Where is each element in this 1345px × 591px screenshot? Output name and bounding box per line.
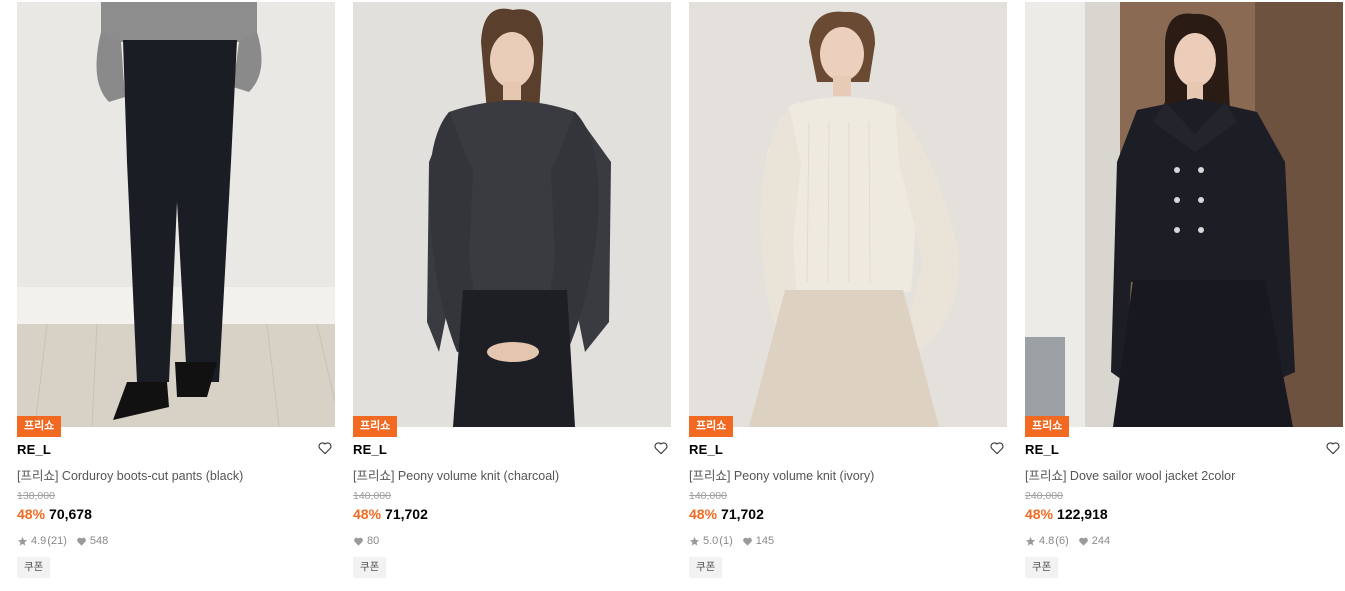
review-count: (21) — [47, 535, 67, 547]
preshow-badge: 프리쇼 — [353, 416, 398, 437]
product-card[interactable]: 프리쇼 RE_L [프리쇼] Peony volume knit (charco… — [353, 0, 671, 591]
price-row: 48% 71,702 — [353, 506, 428, 522]
brand-name[interactable]: RE_L — [1025, 442, 1059, 457]
original-price: 240,000 — [1025, 490, 1063, 502]
rating-value: 4.8 — [1039, 535, 1055, 547]
product-image[interactable] — [689, 2, 1007, 427]
heart-outline-icon[interactable] — [317, 440, 333, 456]
discount-rate: 48% — [689, 506, 718, 522]
product-image[interactable] — [17, 2, 335, 427]
product-meta: 5.0 (1) 145 — [689, 535, 774, 547]
preshow-badge: 프리쇼 — [17, 416, 62, 437]
star-icon — [17, 536, 28, 546]
product-meta: 4.8 (6) 244 — [1025, 535, 1110, 547]
heart-outline-icon[interactable] — [989, 440, 1005, 456]
coupon-tag: 쿠폰 — [689, 557, 723, 578]
discount-rate: 48% — [1025, 506, 1054, 522]
product-card[interactable]: 프리쇼 RE_L [프리쇼] Dove sailor wool jacket 2… — [1025, 0, 1343, 591]
like-count: 80 — [367, 535, 380, 547]
product-title[interactable]: [프리쇼] Peony volume knit (charcoal) — [353, 465, 559, 484]
product-title[interactable]: [프리쇼] Corduroy boots-cut pants (black) — [17, 465, 243, 484]
original-price: 140,000 — [689, 490, 727, 502]
product-meta: 80 — [353, 535, 379, 547]
product-meta: 4.9 (21) 548 — [17, 535, 108, 547]
coupon-tag: 쿠폰 — [1025, 557, 1059, 578]
original-price: 140,000 — [353, 490, 391, 502]
preshow-badge: 프리쇼 — [1025, 416, 1070, 437]
product-title[interactable]: [프리쇼] Dove sailor wool jacket 2color — [1025, 465, 1235, 484]
sale-price: 71,702 — [721, 506, 764, 522]
discount-rate: 48% — [353, 506, 382, 522]
review-count: (1) — [719, 535, 733, 547]
heart-outline-icon[interactable] — [1325, 440, 1341, 456]
discount-rate: 48% — [17, 506, 46, 522]
product-image[interactable] — [1025, 2, 1343, 427]
price-row: 48% 71,702 — [689, 506, 764, 522]
sale-price: 71,702 — [385, 506, 428, 522]
rating-value: 4.9 — [31, 535, 47, 547]
like-count: 548 — [89, 535, 109, 547]
heart-icon — [77, 537, 86, 546]
price-row: 48% 122,918 — [1025, 506, 1108, 522]
price-row: 48% 70,678 — [17, 506, 92, 522]
like-count: 145 — [755, 535, 775, 547]
heart-icon — [1078, 537, 1088, 546]
star-icon — [689, 536, 700, 546]
heart-outline-icon[interactable] — [653, 440, 669, 456]
product-image[interactable] — [353, 2, 671, 427]
preshow-badge: 프리쇼 — [689, 416, 734, 437]
sale-price: 122,918 — [1057, 506, 1108, 522]
product-title[interactable]: [프리쇼] Peony volume knit (ivory) — [689, 465, 874, 484]
coupon-tag: 쿠폰 — [353, 557, 387, 578]
brand-name[interactable]: RE_L — [353, 442, 387, 457]
original-price: 138,000 — [17, 490, 55, 502]
review-count: (6) — [1055, 535, 1069, 547]
brand-name[interactable]: RE_L — [689, 442, 723, 457]
star-icon — [1025, 536, 1036, 546]
product-card[interactable]: 프리쇼 RE_L [프리쇼] Corduroy boots-cut pants … — [17, 0, 335, 591]
rating-value: 5.0 — [703, 535, 719, 547]
product-card[interactable]: 프리쇼 RE_L [프리쇼] Peony volume knit (ivory)… — [689, 0, 1007, 591]
heart-icon — [354, 537, 363, 546]
heart-icon — [742, 537, 752, 546]
sale-price: 70,678 — [49, 506, 92, 522]
coupon-tag: 쿠폰 — [17, 557, 51, 578]
brand-name[interactable]: RE_L — [17, 442, 51, 457]
like-count: 244 — [1091, 535, 1111, 547]
